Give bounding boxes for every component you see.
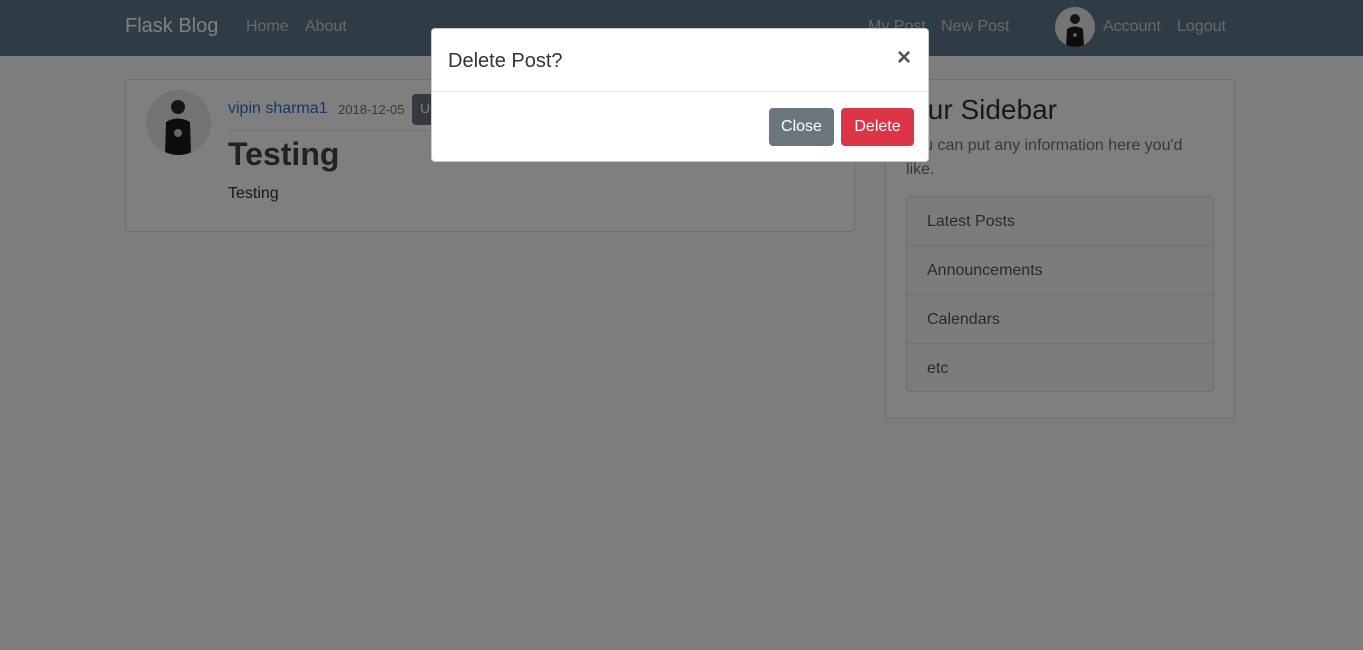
delete-post-modal: Delete Post? × Close Delete: [431, 28, 929, 162]
close-icon[interactable]: ×: [897, 46, 911, 70]
modal-title: Delete Post?: [448, 50, 563, 72]
close-button[interactable]: Close: [769, 108, 834, 146]
modal-header: Delete Post? ×: [432, 29, 928, 92]
delete-button[interactable]: Delete: [841, 108, 914, 146]
